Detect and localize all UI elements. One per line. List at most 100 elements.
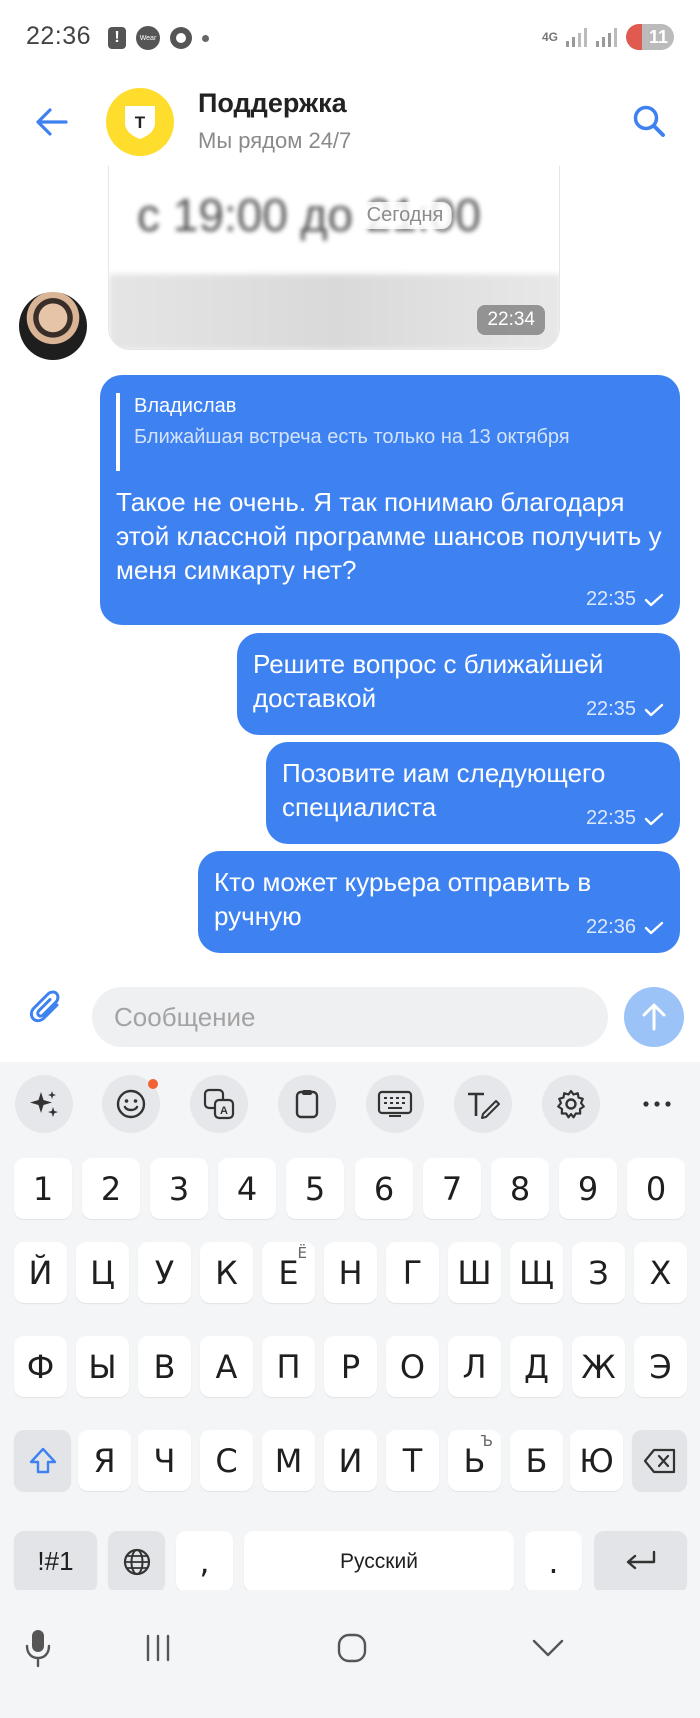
key-letter[interactable]: Л xyxy=(448,1336,501,1397)
handwriting-button[interactable] xyxy=(454,1075,512,1133)
message-time: 22:36 xyxy=(585,916,636,938)
microphone-icon xyxy=(25,1630,51,1668)
key-letter-with-alt[interactable]: Е Ё xyxy=(262,1242,315,1303)
sender-avatar[interactable] xyxy=(19,292,87,360)
key-1[interactable]: 1 xyxy=(14,1158,72,1219)
status-system-icons: 4G 11 xyxy=(542,24,674,50)
key-9[interactable]: 9 xyxy=(559,1158,617,1219)
message-list[interactable]: с 19:00 до 21:00 Сегодня 22:34 Владислав… xyxy=(0,166,700,960)
key-letter[interactable]: Д xyxy=(510,1336,563,1397)
more-options-button[interactable] xyxy=(628,1075,686,1133)
keyboard-mode-button[interactable] xyxy=(366,1075,424,1133)
key-letter[interactable]: К xyxy=(200,1242,253,1303)
message-time: 22:35 xyxy=(585,698,636,720)
key-letter[interactable]: Ы xyxy=(76,1336,129,1397)
more-notifications-dot-icon xyxy=(202,34,209,42)
send-button[interactable] xyxy=(624,987,684,1047)
keyboard-toolbar: A xyxy=(0,1062,700,1146)
message-meta: 22:36 xyxy=(586,916,664,939)
globe-icon xyxy=(123,1548,150,1575)
key-letter[interactable]: Я xyxy=(78,1430,131,1491)
key-letter[interactable]: И xyxy=(324,1430,377,1491)
key-letter[interactable]: М xyxy=(262,1430,315,1491)
key-letter[interactable]: Б xyxy=(510,1430,563,1491)
key-letter[interactable]: Ю xyxy=(570,1430,623,1491)
search-button[interactable] xyxy=(626,98,672,144)
backspace-key[interactable] xyxy=(632,1430,687,1491)
incoming-message-card[interactable]: с 19:00 до 21:00 Сегодня 22:34 xyxy=(108,166,560,350)
key-6[interactable]: 6 xyxy=(355,1158,413,1219)
language-key[interactable] xyxy=(108,1531,165,1592)
key-letter-with-alt[interactable]: Ь Ъ xyxy=(448,1430,501,1491)
reply-author: Владислав xyxy=(134,395,237,417)
check-icon xyxy=(644,593,664,606)
key-letter[interactable]: Ж xyxy=(572,1336,625,1397)
outgoing-message[interactable]: Кто может курьера отправить в ручную 22:… xyxy=(198,851,680,953)
key-letter[interactable]: У xyxy=(138,1242,191,1303)
key-letter[interactable]: Э xyxy=(634,1336,687,1397)
key-letter[interactable]: С xyxy=(200,1430,253,1491)
key-0[interactable]: 0 xyxy=(627,1158,685,1219)
outgoing-message[interactable]: Владислав Ближайшая встреча есть только … xyxy=(100,375,680,625)
translate-button[interactable]: A xyxy=(190,1075,248,1133)
key-letter[interactable]: Г xyxy=(386,1242,439,1303)
comma-key[interactable]: , xyxy=(176,1531,233,1592)
attach-button[interactable] xyxy=(24,986,70,1032)
recent-apps-button[interactable] xyxy=(128,1618,188,1678)
key-letter[interactable]: Щ xyxy=(510,1242,563,1303)
key-letter[interactable]: П xyxy=(262,1336,315,1397)
notification-badge xyxy=(148,1079,158,1089)
emoji-icon xyxy=(116,1089,146,1119)
reply-quote[interactable]: Владислав Ближайшая встреча есть только … xyxy=(116,393,664,471)
message-input[interactable] xyxy=(92,987,608,1047)
emoji-button[interactable] xyxy=(102,1075,160,1133)
key-letter[interactable]: В xyxy=(138,1336,191,1397)
voice-input-button[interactable] xyxy=(8,1618,68,1678)
keyboard-icon xyxy=(377,1090,413,1117)
key-letter[interactable]: Т xyxy=(386,1430,439,1491)
key-letter[interactable]: А xyxy=(200,1336,253,1397)
key-letter[interactable]: Ш xyxy=(448,1242,501,1303)
date-separator: Сегодня xyxy=(358,202,452,229)
hide-keyboard-button[interactable] xyxy=(518,1618,578,1678)
key-letter[interactable]: Ф xyxy=(14,1336,67,1397)
key-letter[interactable]: Р xyxy=(324,1336,377,1397)
network-type: 4G xyxy=(541,30,558,44)
key-2[interactable]: 2 xyxy=(82,1158,140,1219)
check-icon xyxy=(644,921,664,934)
key-4[interactable]: 4 xyxy=(218,1158,276,1219)
back-button[interactable] xyxy=(30,100,74,144)
clipboard-icon xyxy=(295,1090,319,1119)
key-7[interactable]: 7 xyxy=(423,1158,481,1219)
gear-icon xyxy=(557,1089,585,1119)
shift-key[interactable] xyxy=(14,1430,71,1491)
key-letter[interactable]: З xyxy=(572,1242,625,1303)
space-key[interactable]: Русский xyxy=(244,1531,514,1592)
period-key[interactable]: . xyxy=(525,1531,582,1592)
home-button[interactable] xyxy=(322,1618,382,1678)
key-letter[interactable]: Ц xyxy=(76,1242,129,1303)
reply-text: Ближайшая встреча есть только на 13 октя… xyxy=(134,426,570,448)
symbols-key[interactable]: !#1 xyxy=(14,1531,97,1592)
check-icon xyxy=(644,812,664,825)
settings-button[interactable] xyxy=(542,1075,600,1133)
key-3[interactable]: 3 xyxy=(150,1158,208,1219)
logo-letter: Т xyxy=(135,113,146,132)
more-horizontal-icon xyxy=(643,1101,671,1107)
clipboard-button[interactable] xyxy=(278,1075,336,1133)
key-letter[interactable]: Й xyxy=(14,1242,67,1303)
support-avatar[interactable]: Т xyxy=(106,88,174,156)
key-letter[interactable]: Н xyxy=(324,1242,377,1303)
key-letter[interactable]: О xyxy=(386,1336,439,1397)
outgoing-message[interactable]: Решите вопрос с ближайшей доставкой 22:3… xyxy=(237,633,680,735)
key-5[interactable]: 5 xyxy=(286,1158,344,1219)
enter-key[interactable] xyxy=(594,1531,687,1592)
message-time: 22:34 xyxy=(477,305,545,335)
message-text: Такое не очень. Я так понимаю благодаря … xyxy=(116,487,662,585)
key-letter[interactable]: Х xyxy=(634,1242,687,1303)
outgoing-message[interactable]: Позовите иам следующего специалиста 22:3… xyxy=(266,742,680,844)
search-icon xyxy=(633,105,665,137)
key-8[interactable]: 8 xyxy=(491,1158,549,1219)
key-letter[interactable]: Ч xyxy=(138,1430,191,1491)
ai-tools-button[interactable] xyxy=(15,1075,73,1133)
